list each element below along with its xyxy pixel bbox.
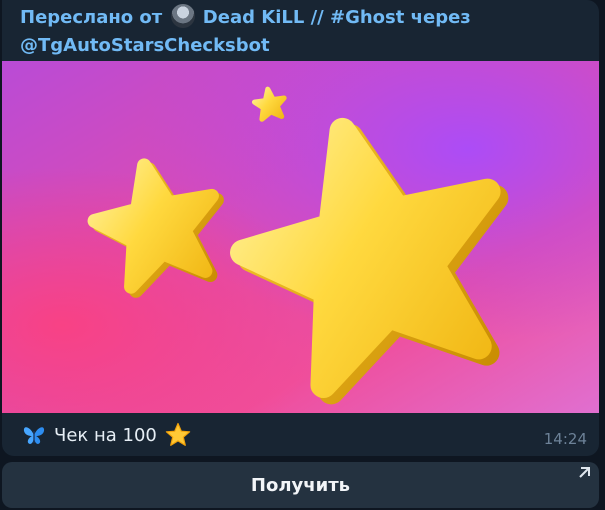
- bot-username-link[interactable]: @TgAutoStarsChecksbot: [20, 35, 270, 56]
- stars-illustration: [2, 61, 599, 413]
- external-arrow-icon: [579, 467, 590, 478]
- forward-author-link[interactable]: Dead KiLL // #Ghost: [203, 7, 405, 28]
- get-button[interactable]: Получить: [2, 462, 599, 508]
- forward-header: Переслано от Dead KiLL // #Ghost через @…: [20, 4, 580, 60]
- star-icon: [165, 422, 191, 446]
- media-image[interactable]: [2, 61, 599, 413]
- butterfly-icon: [23, 427, 45, 444]
- forward-prefix: Переслано от: [20, 7, 163, 28]
- message-time: 14:24: [543, 430, 587, 448]
- message-bubble: Переслано от Dead KiLL // #Ghost через @…: [2, 0, 599, 456]
- forward-author-avatar[interactable]: [170, 4, 195, 28]
- forward-via: через: [410, 7, 471, 28]
- caption-text: Чек на 100: [54, 424, 157, 446]
- get-button-label: Получить: [250, 474, 351, 496]
- message-caption: Чек на 100: [22, 420, 191, 450]
